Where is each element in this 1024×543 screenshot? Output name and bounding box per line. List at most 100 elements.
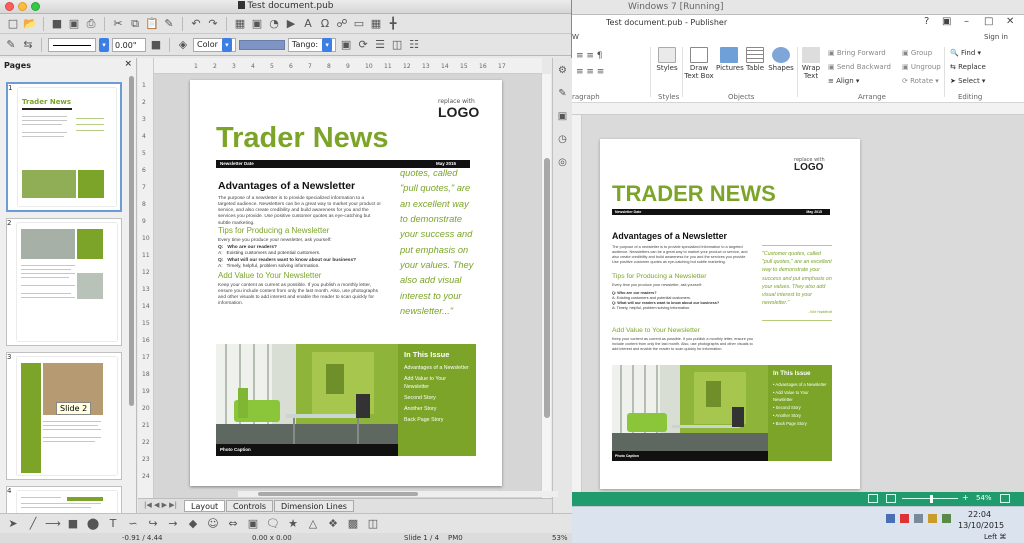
transform-icon[interactable]: ⟳ <box>356 38 370 52</box>
tab-dimension-lines[interactable]: Dimension Lines <box>274 500 354 512</box>
minimize-icon[interactable]: – <box>964 16 969 27</box>
copy-icon[interactable]: ⧉ <box>128 17 142 31</box>
callouts-icon[interactable]: 🗨 <box>266 517 280 531</box>
connector-icon[interactable]: ↪ <box>146 517 160 531</box>
curve-icon[interactable]: ∽ <box>126 517 140 531</box>
draw-text-box-button[interactable]: Draw Text Box <box>684 47 714 80</box>
issue-item[interactable]: Back Page Story <box>404 417 470 425</box>
photo-caption[interactable]: Photo Caption <box>216 444 398 456</box>
issue-item[interactable]: Second Story <box>404 395 470 403</box>
issue-item[interactable]: • Add Value to Your Newsletter <box>773 390 827 403</box>
publisher-canvas[interactable]: replace with LOGO TRADER NEWS Newsletter… <box>582 115 1024 497</box>
heading-advantages[interactable]: Advantages of a Newsletter <box>218 180 355 192</box>
fontwork-icon[interactable]: A <box>301 17 315 31</box>
pull-quote[interactable]: quotes, called "pull quotes," are an exc… <box>400 166 476 319</box>
close-icon[interactable]: × <box>124 59 132 69</box>
network-icon[interactable] <box>886 514 895 523</box>
align-icon[interactable]: ☰ <box>373 38 387 52</box>
color-swatch[interactable] <box>238 39 285 50</box>
ribbon-display-icon[interactable]: ▣ <box>942 16 951 27</box>
gallery-icon[interactable]: ▣ <box>556 109 570 123</box>
line-icon[interactable]: ✎ <box>4 38 18 52</box>
date-bar[interactable]: Newsletter Date May 2015 <box>612 209 830 215</box>
clock-date[interactable]: 13/10/2015 <box>958 521 1004 530</box>
issue-item[interactable]: • Advantages of a Newsletter <box>773 382 827 388</box>
table-icon[interactable]: ▦ <box>233 17 247 31</box>
issue-item[interactable]: Add Value to Your Newsletter <box>404 376 470 392</box>
hyperlink-icon[interactable]: ☍ <box>335 17 349 31</box>
shapes-button[interactable]: Shapes <box>768 47 794 72</box>
lines-arrows-icon[interactable]: → <box>166 517 180 531</box>
issue-item[interactable]: • Second Story <box>773 405 827 411</box>
shadow-icon[interactable]: ▣ <box>339 38 353 52</box>
redo-icon[interactable]: ↷ <box>206 17 220 31</box>
undo-icon[interactable]: ↶ <box>189 17 203 31</box>
newsletter-title[interactable]: TRADER NEWS <box>612 181 776 207</box>
ungroup-button[interactable]: ▣ Ungroup <box>902 63 941 71</box>
zoom-level[interactable]: 54% <box>976 494 992 502</box>
stars-icon[interactable]: ★ <box>286 517 300 531</box>
area-style-icon[interactable]: ◈ <box>176 38 190 52</box>
body-paragraph-2[interactable]: Every time you produce your newsletter, … <box>218 238 382 244</box>
qa-list[interactable]: Q: Who are our readers? A: Existing cust… <box>218 245 382 271</box>
action-center-icon[interactable] <box>900 514 909 523</box>
cut-icon[interactable]: ✂ <box>111 17 125 31</box>
glue-points-icon[interactable]: ❖ <box>326 517 340 531</box>
qa-list[interactable]: Q: Who are our readers? A: Existing cust… <box>612 291 754 312</box>
line-color-icon[interactable]: ■ <box>149 38 163 52</box>
office-photo[interactable] <box>216 344 398 456</box>
select-arrow-icon[interactable]: ➤ <box>6 517 20 531</box>
issue-item[interactable]: Advantages of a Newsletter <box>404 365 470 373</box>
color-palette-select[interactable]: Tango: ▾ <box>287 37 337 52</box>
properties-icon[interactable]: ⚙ <box>556 63 570 77</box>
issue-item[interactable]: • Another Story <box>773 413 827 419</box>
issue-item[interactable]: Another Story <box>404 406 470 414</box>
scroll-thumb[interactable] <box>544 158 550 418</box>
photo-caption[interactable]: Photo Caption <box>612 451 768 461</box>
heading-tips[interactable]: Tips for Producing a Newsletter <box>218 226 329 235</box>
document-canvas[interactable]: replace with LOGO Trader News Newsletter… <box>154 74 542 498</box>
send-backward-button[interactable]: ▣ Send Backward <box>828 63 891 71</box>
basic-shapes-icon[interactable]: ◆ <box>186 517 200 531</box>
heading-add-value[interactable]: Add Value to Your Newsletter <box>218 271 321 280</box>
arrange-icon[interactable]: ◫ <box>390 38 404 52</box>
single-page-view-icon[interactable] <box>868 494 878 503</box>
vertical-ruler[interactable]: 1 2 3 4 5 6 7 8 9 10 11 12 13 14 15 16 17 18 19 20 21 22 23 24 <box>138 58 154 498</box>
helplines-icon[interactable]: ╋ <box>386 17 400 31</box>
horizontal-ruler[interactable]: 1 2 3 4 5 6 7 8 9 10 11 12 13 14 15 16 17 <box>154 58 542 74</box>
slide-icon[interactable]: ▭ <box>352 17 366 31</box>
two-page-view-icon[interactable] <box>886 494 896 503</box>
line-width-field[interactable]: 0.00" <box>112 37 146 52</box>
newsletter-title[interactable]: Trader News <box>216 122 388 155</box>
status-zoom[interactable]: 53% <box>552 534 568 542</box>
align-button[interactable]: ≡ Align ▾ <box>828 77 859 85</box>
scroll-thumb[interactable] <box>258 492 418 496</box>
compass-icon[interactable]: ◎ <box>556 155 570 169</box>
chevron-down-icon[interactable]: ▾ <box>99 37 109 52</box>
page-thumbnail-3[interactable]: 3 <box>6 352 122 480</box>
points-icon[interactable]: △ <box>306 517 320 531</box>
logo-placeholder[interactable]: LOGO <box>438 104 479 120</box>
area-style-select[interactable]: Color ▾ <box>193 37 236 52</box>
horizontal-scrollbar[interactable] <box>238 491 558 497</box>
arrow-style-icon[interactable]: ⇆ <box>21 38 35 52</box>
pull-quote[interactable]: "Customer quotes, called "pull quotes," … <box>762 245 832 321</box>
navigator-icon[interactable]: ◷ <box>556 132 570 146</box>
pages-scrollbar[interactable] <box>129 76 134 406</box>
special-char-icon[interactable]: Ω <box>318 17 332 31</box>
block-arrows-icon[interactable]: ⇔ <box>226 517 240 531</box>
align-icons[interactable]: ≡ ≡ ≡ <box>576 67 604 77</box>
body-paragraph-3[interactable]: Keep your content as current as possible… <box>612 337 754 352</box>
arrow-line-icon[interactable]: ⟶ <box>45 517 61 531</box>
paste-icon[interactable]: 📋 <box>145 17 159 31</box>
line-tool-icon[interactable]: ╱ <box>26 517 40 531</box>
tab-layout[interactable]: Layout <box>184 500 226 512</box>
export-pdf-icon[interactable]: ▣ <box>67 17 81 31</box>
help-icon[interactable]: ? <box>924 16 929 27</box>
find-button[interactable]: 🔍 Find ▾ <box>950 49 981 57</box>
toggle-extrusion-icon[interactable]: ◫ <box>366 517 380 531</box>
newsletter-page[interactable]: replace with LOGO Trader News Newsletter… <box>190 80 502 486</box>
heading-tips[interactable]: Tips for Producing a Newsletter <box>612 273 707 280</box>
close-icon[interactable]: ✕ <box>1006 16 1014 27</box>
zoom-slider-thumb[interactable] <box>930 495 933 503</box>
